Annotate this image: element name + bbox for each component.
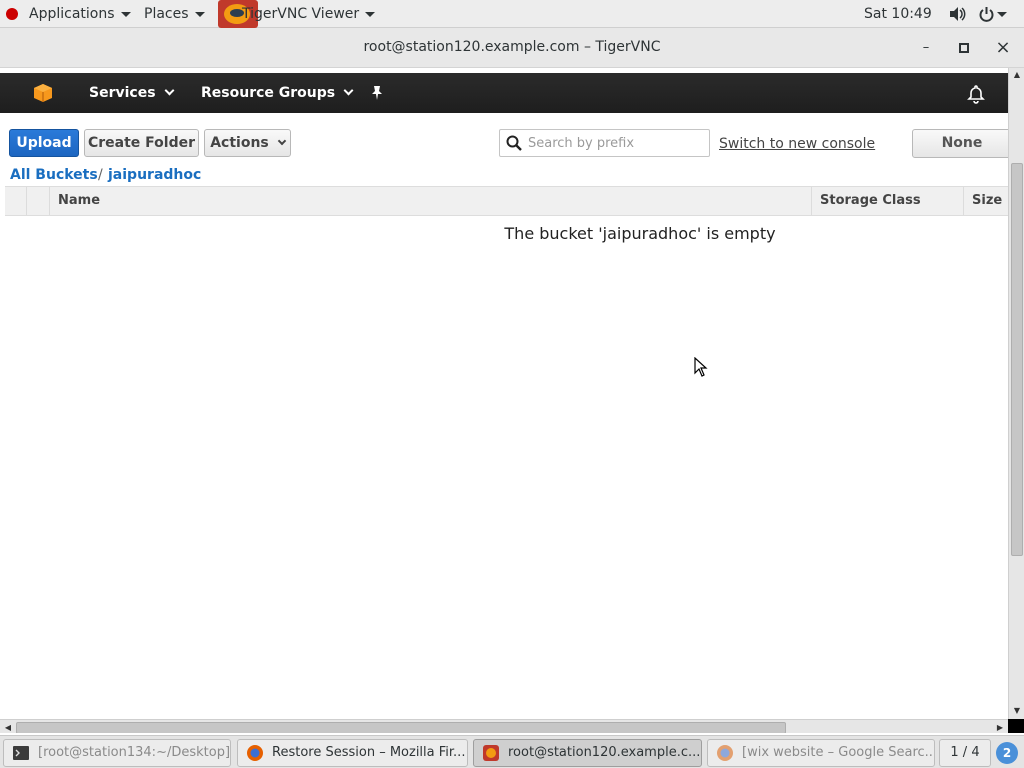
vertical-scroll-thumb[interactable] xyxy=(1011,163,1023,556)
services-menu[interactable]: Services xyxy=(89,73,174,113)
actions-button-label: Actions xyxy=(210,135,269,151)
search-icon xyxy=(506,135,522,151)
aws-navigation-bar: Services Resource Groups xyxy=(0,73,1008,113)
column-header-storage-class[interactable]: Storage Class xyxy=(811,187,963,215)
switch-console-link[interactable]: Switch to new console xyxy=(719,136,875,152)
fedora-logo-icon xyxy=(6,8,18,20)
table-header: Name Storage Class Size xyxy=(5,186,1008,216)
taskbar-item-label: [wix website – Google Searc... xyxy=(742,745,935,760)
actions-button[interactable]: Actions xyxy=(204,129,291,157)
tigervnc-icon xyxy=(483,745,499,761)
firefox-icon xyxy=(247,745,263,761)
chevron-down-icon xyxy=(164,85,174,96)
taskbar-item-firefox-restore[interactable]: Restore Session – Mozilla Fir... xyxy=(237,739,468,767)
maximize-button[interactable] xyxy=(952,36,976,60)
maximize-icon xyxy=(959,43,969,53)
places-menu[interactable]: Places xyxy=(144,0,205,28)
horizontal-scroll-thumb[interactable] xyxy=(16,722,786,733)
chevron-down-icon xyxy=(277,136,287,146)
taskbar-item-firefox-search[interactable]: [wix website – Google Searc... xyxy=(707,739,935,767)
clock[interactable]: Sat 10:49 xyxy=(864,0,932,28)
notification-badge[interactable]: 2 xyxy=(996,742,1018,764)
firefox-icon xyxy=(717,745,733,761)
taskbar-item-label: Restore Session – Mozilla Fir... xyxy=(272,745,466,760)
window-title: root@station120.example.com – TigerVNC xyxy=(363,39,661,55)
taskbar-item-terminal[interactable]: [root@station134:~/Desktop] xyxy=(3,739,231,767)
column-header-size[interactable]: Size xyxy=(963,187,1008,215)
taskbar-item-label: root@station120.example.c... xyxy=(508,745,701,760)
horizontal-scrollbar[interactable]: ◀ ▶ xyxy=(0,719,1008,733)
close-button[interactable]: × xyxy=(991,36,1015,60)
breadcrumb-separator: / xyxy=(98,167,103,183)
none-button[interactable]: None xyxy=(912,129,1012,158)
vertical-scrollbar[interactable]: ▲ ▼ xyxy=(1008,68,1024,720)
minimize-button[interactable]: – xyxy=(914,36,938,60)
applications-menu-label: Applications xyxy=(29,6,115,22)
bell-icon[interactable] xyxy=(966,84,986,104)
pin-icon[interactable] xyxy=(369,85,385,101)
resource-groups-label: Resource Groups xyxy=(201,85,336,101)
window-list-taskbar: [root@station134:~/Desktop] Restore Sess… xyxy=(0,735,1024,768)
select-column-header[interactable] xyxy=(5,187,26,215)
window-title-bar[interactable]: root@station120.example.com – TigerVNC –… xyxy=(0,28,1024,68)
resource-groups-menu[interactable]: Resource Groups xyxy=(201,73,354,113)
services-label: Services xyxy=(89,85,156,101)
applications-menu[interactable]: Applications xyxy=(29,0,131,28)
create-folder-button[interactable]: Create Folder xyxy=(84,129,199,157)
taskbar-item-label: [root@station134:~/Desktop] xyxy=(38,745,231,760)
terminal-icon xyxy=(13,746,29,760)
upload-button[interactable]: Upload xyxy=(9,129,79,157)
scroll-down-arrow-icon[interactable]: ▼ xyxy=(1009,704,1024,718)
empty-bucket-message: The bucket 'jaipuradhoc' is empty xyxy=(504,224,776,243)
workspace-switcher[interactable]: 1 / 4 xyxy=(939,739,991,767)
vnc-remote-view[interactable]: Services Resource Groups Upload Create F… xyxy=(0,68,1024,733)
chevron-down-icon xyxy=(120,11,131,17)
volume-icon[interactable] xyxy=(949,6,966,22)
power-icon[interactable] xyxy=(979,6,994,22)
chevron-down-icon xyxy=(365,11,376,17)
icon-column-header xyxy=(26,187,49,215)
places-menu-label: Places xyxy=(144,6,189,22)
mouse-cursor-icon xyxy=(694,357,708,377)
app-menu-label: TigerVNC Viewer xyxy=(242,6,360,22)
breadcrumb-bucket[interactable]: jaipuradhoc xyxy=(108,167,201,183)
search-input[interactable] xyxy=(528,133,703,153)
scroll-right-arrow-icon[interactable]: ▶ xyxy=(992,721,1008,733)
search-box[interactable] xyxy=(499,129,710,157)
aws-logo-icon[interactable] xyxy=(33,83,53,103)
chevron-down-icon xyxy=(343,85,354,96)
scroll-up-arrow-icon[interactable]: ▲ xyxy=(1009,68,1024,82)
column-header-name[interactable]: Name xyxy=(49,187,811,215)
breadcrumb-all-buckets[interactable]: All Buckets xyxy=(10,167,98,183)
chevron-down-icon xyxy=(194,11,205,17)
scroll-left-arrow-icon[interactable]: ◀ xyxy=(0,721,16,733)
app-menu[interactable]: TigerVNC Viewer xyxy=(242,0,376,28)
scrollbar-corner xyxy=(1008,719,1024,733)
chevron-down-icon[interactable] xyxy=(997,12,1007,17)
taskbar-item-tigervnc[interactable]: root@station120.example.c... xyxy=(473,739,702,767)
gnome-top-bar: Applications Places TigerVNC Viewer Sat … xyxy=(0,0,1024,28)
